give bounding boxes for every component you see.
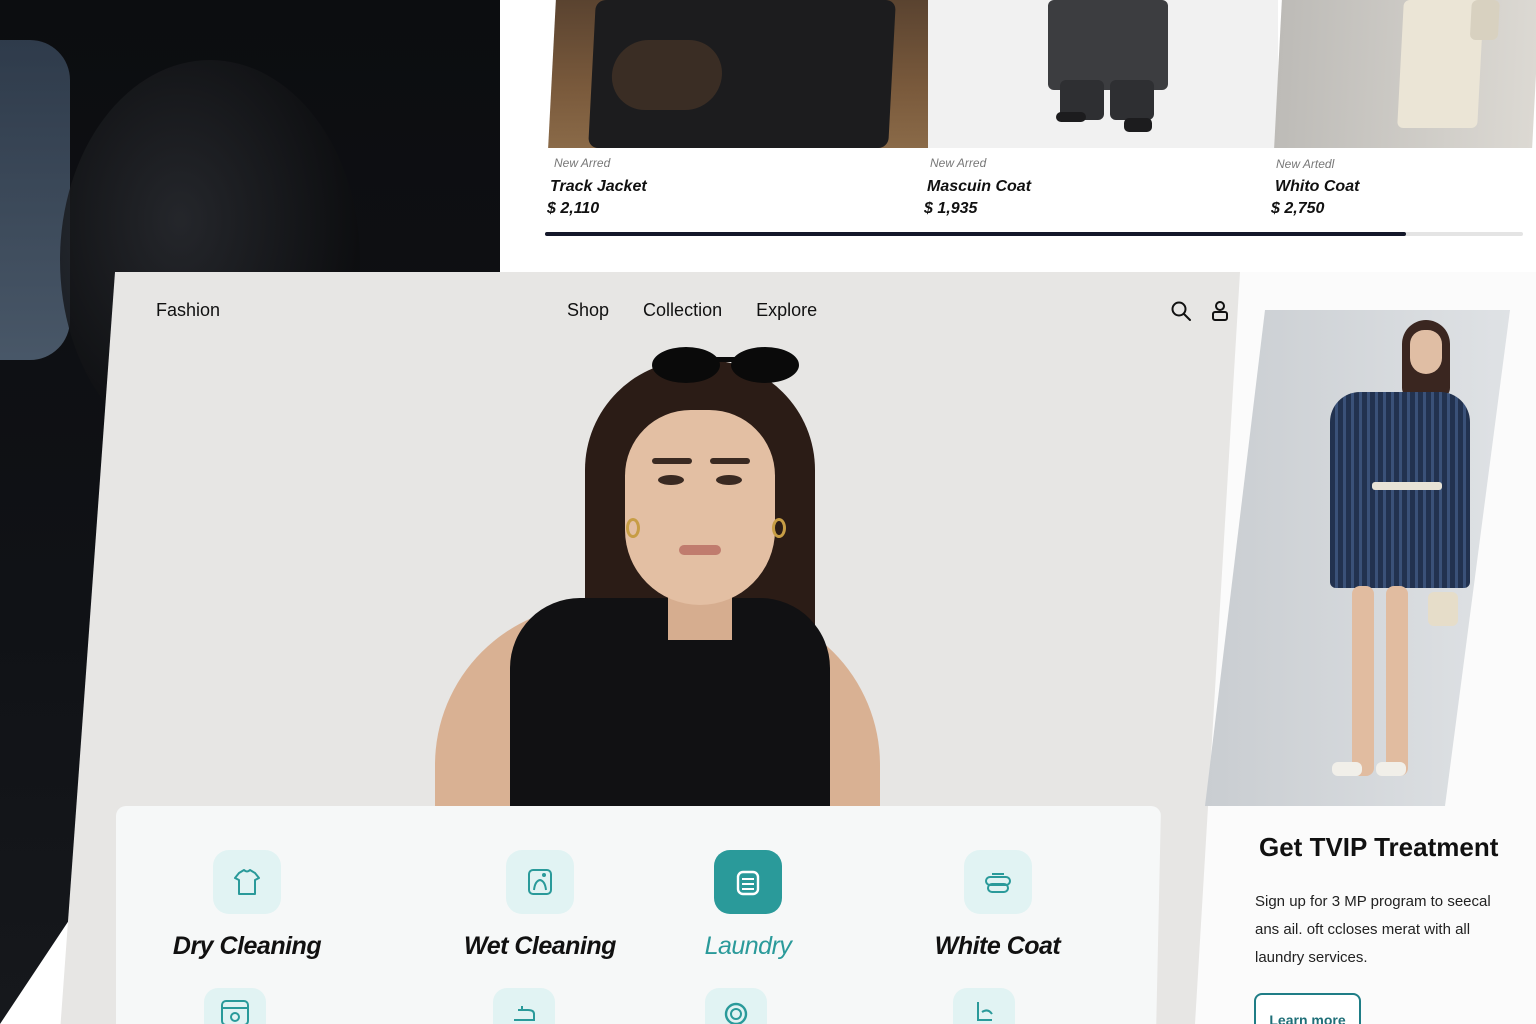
sunglasses <box>652 347 799 383</box>
service-white-coat[interactable]: White Coat <box>910 850 1085 961</box>
service-laundry[interactable]: Laundry <box>678 850 818 961</box>
vip-title: Get TVIP Treatment <box>1259 832 1499 862</box>
product-2-tag: New Arred <box>930 156 987 170</box>
washing-machine-icon[interactable] <box>204 988 266 1024</box>
product-card-2[interactable] <box>928 0 1278 148</box>
service-label: Laundry <box>704 932 792 960</box>
backdrop-blue-shape <box>0 40 70 360</box>
side-model-leg <box>1386 586 1408 776</box>
service-label: White Coat <box>934 932 1061 960</box>
service-label: Dry Cleaning <box>172 932 322 960</box>
user-icon[interactable] <box>1209 300 1231 322</box>
product-1-name[interactable]: Track Jacket <box>550 178 647 196</box>
carousel-scrollbar[interactable] <box>545 232 1523 236</box>
side-model-belt <box>1372 482 1442 490</box>
carousel-scroll-thumb[interactable] <box>545 232 1406 236</box>
shirt-icon <box>213 850 281 914</box>
folded-clothes-icon <box>963 850 1032 914</box>
side-model-face <box>1410 330 1442 374</box>
product-photo-1[interactable] <box>548 0 936 148</box>
search-icon[interactable] <box>1170 300 1192 322</box>
product-3-price: $ 2,750 <box>1271 200 1325 217</box>
learn-more-button[interactable]: Learn more <box>1254 993 1361 1024</box>
main-nav: Shop Collection Explore <box>567 300 817 321</box>
vip-description: Sign up for 3 MP program to seecal ans a… <box>1255 893 1491 966</box>
laundry-basket-icon <box>714 850 782 914</box>
side-model-shoe <box>1332 762 1362 776</box>
product-1-tag: New Arred <box>554 156 611 170</box>
nav-explore[interactable]: Explore <box>756 300 817 321</box>
iron-icon[interactable] <box>493 988 555 1024</box>
service-dry-cleaning[interactable]: Dry Cleaning <box>162 850 332 961</box>
brand-logo[interactable]: Fashion <box>156 300 220 321</box>
hero-model-photo <box>420 340 900 815</box>
product-3-tag: New Artedl <box>1276 157 1335 171</box>
product-photo-3[interactable] <box>1274 0 1536 148</box>
side-model-shoe <box>1376 762 1406 776</box>
product-3-name[interactable]: Whito Coat <box>1275 178 1359 196</box>
side-model-leg <box>1352 586 1374 776</box>
service-label: Wet Cleaning <box>464 932 616 960</box>
product-card-1[interactable] <box>548 0 936 148</box>
dryer-icon[interactable] <box>705 988 767 1024</box>
product-card-3[interactable] <box>1274 0 1536 148</box>
service-wet-cleaning[interactable]: Wet Cleaning <box>455 850 625 961</box>
product-2-price: $ 1,935 <box>924 200 978 217</box>
steamer-icon[interactable] <box>953 988 1015 1024</box>
nav-shop[interactable]: Shop <box>567 300 609 321</box>
side-model-dress <box>1330 392 1470 588</box>
product-1-price: $ 2,110 <box>547 200 600 217</box>
washing-icon <box>506 850 574 914</box>
product-2-name[interactable]: Mascuin Coat <box>927 178 1031 196</box>
product-photo-2[interactable] <box>928 0 1278 148</box>
nav-collection[interactable]: Collection <box>643 300 722 321</box>
side-model-bag <box>1428 592 1458 626</box>
